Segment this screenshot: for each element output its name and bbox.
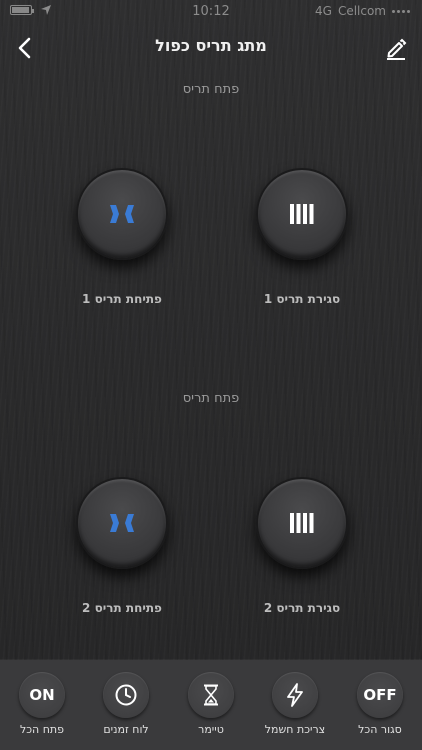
timer-button[interactable]: טיימר: [171, 672, 251, 736]
edit-button[interactable]: [384, 36, 408, 60]
shutter-closed-icon: [290, 513, 314, 533]
network-type: 4G: [315, 4, 332, 18]
timer-label: טיימר: [198, 723, 224, 736]
off-badge-icon: OFF: [357, 672, 403, 718]
on-badge-icon: ON: [19, 672, 65, 718]
hourglass-icon: [204, 684, 218, 706]
pencil-icon: [387, 38, 407, 60]
shutter-closed-icon: [290, 204, 314, 224]
section-title-1: פתח תריס: [182, 82, 240, 97]
open-curtain-icon: [110, 514, 134, 532]
close-all-button[interactable]: OFF סגור הכל: [340, 672, 420, 736]
status-right: 4G Cellcom: [315, 4, 410, 18]
power-consumption-label: צריכת חשמל: [264, 723, 326, 736]
open-curtain-icon: [110, 205, 134, 223]
page-title: מתג תריס כפול: [155, 36, 267, 55]
open-all-button[interactable]: ON פתח הכל: [2, 672, 82, 736]
schedule-label: לוח זמנים: [103, 723, 149, 736]
open-shutter-2-label: פתיחת תריס 2: [82, 601, 162, 615]
close-all-label: סגור הכל: [358, 723, 402, 736]
header: מתג תריס כפול: [0, 30, 422, 66]
clock-icon: [115, 684, 137, 706]
open-all-label: פתח הכל: [19, 723, 65, 736]
open-shutter-1-button[interactable]: [76, 168, 168, 260]
status-bar: 10:12 4G Cellcom: [0, 0, 422, 24]
close-shutter-2-button[interactable]: [256, 477, 348, 569]
schedule-button[interactable]: לוח זמנים: [86, 672, 166, 736]
close-shutter-1-button[interactable]: [256, 168, 348, 260]
signal-icon: [392, 9, 410, 13]
power-consumption-button[interactable]: צריכת חשמל: [255, 672, 335, 736]
bottom-toolbar: ON פתח הכל לוח זמנים טיימר צריכת חשמל OF…: [0, 660, 422, 750]
close-shutter-2-label: סגירת תריס 2: [263, 601, 341, 615]
carrier-name: Cellcom: [337, 4, 386, 18]
section-title-2: פתח תריס: [182, 391, 240, 406]
open-shutter-2-button[interactable]: [76, 477, 168, 569]
open-shutter-1-label: פתיחת תריס 1: [82, 292, 162, 306]
close-shutter-1-label: סגירת תריס 1: [263, 292, 341, 306]
lightning-icon: [287, 683, 303, 707]
